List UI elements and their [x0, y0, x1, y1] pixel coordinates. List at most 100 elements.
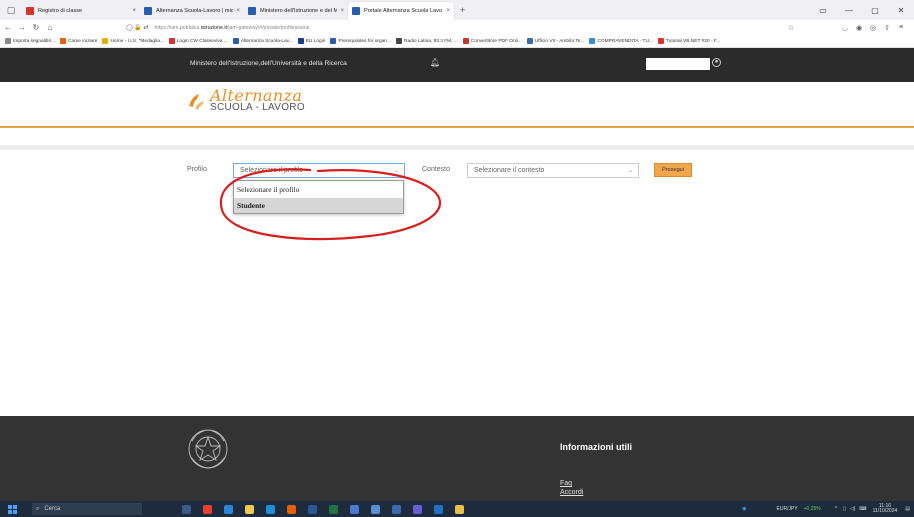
profilo-select[interactable]: Selezionare il profilo ⌄	[233, 163, 405, 178]
bookmark-star-icon[interactable]: ☆	[784, 24, 798, 32]
onenote-icon[interactable]	[434, 504, 443, 514]
taskbar-search[interactable]: ⌕ Cerca	[32, 503, 142, 515]
bookmark-item[interactable]: Radio Latina, 93.3 FM, ...	[395, 38, 458, 44]
close-icon[interactable]: ×	[132, 8, 136, 14]
tab-list-icon[interactable]: ▭	[810, 6, 836, 15]
chevron-down-icon: ⌄	[627, 168, 633, 174]
option-studente[interactable]: Studente	[234, 198, 403, 213]
info-title: Informazioni utili	[560, 442, 632, 452]
excel-icon[interactable]	[329, 504, 338, 514]
bookmark-favicon-icon	[168, 38, 175, 44]
firefox-icon[interactable]	[287, 504, 296, 514]
bookmark-item[interactable]: Importa segnalibri...	[5, 38, 55, 44]
taskbar-clock[interactable]: 11:16 11/10/2024	[873, 504, 898, 514]
store-icon[interactable]	[350, 504, 359, 514]
prosegui-button[interactable]: Prosegui	[654, 163, 692, 177]
bookmark-item[interactable]: Login CW Classeviva ...	[168, 38, 228, 44]
tab-alternanza[interactable]: Alternanza Scuola-Lavoro | mio ×	[140, 2, 244, 20]
browser-window: ▢ Registro di classe × Alternanza Scuola…	[0, 0, 914, 517]
close-icon[interactable]: ×	[446, 8, 450, 14]
bookmark-item[interactable]: EU Login	[297, 38, 325, 44]
option-selezionare-profilo[interactable]: Selezionare il profilo	[234, 182, 403, 197]
home-icon[interactable]: ⌂	[44, 23, 56, 32]
keyboard-icon[interactable]: ⌨	[859, 506, 866, 512]
bookmark-favicon-icon	[5, 38, 11, 44]
pocket-icon[interactable]: ◡	[838, 24, 852, 32]
app-icon[interactable]	[392, 504, 401, 514]
bookmark-favicon-icon	[232, 38, 239, 44]
minimize-icon[interactable]: —	[836, 6, 862, 15]
bell-icon[interactable]: 🔔︎	[430, 58, 440, 67]
acrobat-icon[interactable]	[203, 504, 212, 514]
faq-link[interactable]: Faq	[560, 480, 572, 487]
tab-portale-active[interactable]: Portale Alternanza Scuola Lavo ×	[348, 2, 454, 20]
share-icon[interactable]: ⇧	[880, 24, 894, 32]
bookmark-favicon-icon	[589, 38, 596, 44]
shield-icon: ◯ 🔒 ⇄	[126, 25, 149, 31]
bookmark-item[interactable]: COMPRAVENDITA - TU...	[589, 38, 653, 44]
edge-icon[interactable]	[224, 504, 233, 514]
network-icon[interactable]: ▯	[843, 506, 846, 512]
notes-icon[interactable]	[455, 504, 464, 514]
site-logo[interactable]: Alternanza SCUOLA - LAVORO	[186, 88, 305, 113]
accordi-link[interactable]: Accordi	[560, 489, 583, 496]
taskbar-apps	[182, 504, 476, 514]
windows-taskbar: ⌕ Cerca ◉ EUR/JPY +0,25% ^ ▯ ◁) ⌨ 11:16 …	[0, 501, 914, 517]
file-explorer-icon[interactable]	[245, 504, 254, 514]
task-view-icon[interactable]	[182, 504, 191, 514]
notifications-icon[interactable]: ▤	[905, 506, 910, 512]
close-window-icon[interactable]: ✕	[888, 6, 914, 15]
currency-change: +0,25%	[803, 506, 821, 512]
bookmark-item[interactable]: Prerequisites for organ...	[330, 38, 391, 44]
bookmarks-bar: Importa segnalibri... Come iniziare Home -…	[0, 35, 914, 48]
mail-icon[interactable]	[266, 504, 275, 514]
system-tray: ◉ EUR/JPY +0,25% ^ ▯ ◁) ⌨ 11:16 11/10/20…	[742, 501, 914, 517]
currency-ticker[interactable]: EUR/JPY	[777, 506, 798, 512]
bookmark-item[interactable]: Tutorial VB.NET #20 - F...	[657, 38, 720, 44]
alternanza-favicon-icon	[144, 7, 152, 15]
bookmark-item[interactable]: Ufficio VII - Ambito Te...	[526, 38, 584, 44]
windows-start-icon[interactable]	[8, 504, 20, 514]
forward-icon[interactable]: →	[16, 23, 28, 32]
logo-header: Alternanza SCUOLA - LAVORO	[0, 82, 914, 128]
back-icon[interactable]: ←	[2, 23, 14, 32]
reload-icon[interactable]: ↻	[30, 23, 42, 32]
tab-overview-icon[interactable]: ▢	[0, 0, 22, 20]
menu-icon[interactable]: ≡	[894, 24, 908, 31]
user-name-redacted	[646, 58, 710, 70]
close-icon[interactable]: ×	[236, 8, 240, 14]
tab-bar: ▢ Registro di classe × Alternanza Scuola…	[0, 0, 914, 20]
close-icon[interactable]: ×	[340, 8, 344, 14]
bookmark-item[interactable]: Convertitore PDF Onli...	[462, 38, 522, 44]
tab-ministero[interactable]: Ministero dell'Istruzione e del M ×	[244, 2, 348, 20]
account-icon[interactable]: ◉	[852, 24, 866, 32]
volume-icon[interactable]: ◁)	[850, 506, 856, 512]
tray-expand-icon[interactable]: ^	[835, 506, 837, 512]
photos-icon[interactable]	[371, 504, 380, 514]
bookmark-favicon-icon	[297, 38, 304, 44]
tab-registro[interactable]: Registro di classe ×	[22, 2, 140, 20]
url-bar[interactable]: ◯ 🔒 ⇄ https://iam.pubblica. istruzione.it…	[126, 22, 784, 33]
bookmark-favicon-icon	[395, 38, 402, 44]
maximize-icon[interactable]: ▢	[862, 6, 888, 15]
bookmark-favicon-icon	[657, 38, 664, 44]
chrome-icon[interactable]: ◉	[742, 506, 746, 512]
user-icon[interactable]: ●	[712, 58, 721, 67]
bookmark-item[interactable]: Come iniziare	[60, 38, 97, 44]
site-top-bar: Ministero dell'Istruzione,dell'Universit…	[0, 48, 914, 82]
new-tab-icon[interactable]: +	[460, 5, 465, 15]
contesto-select[interactable]: Selezionare il contesto ⌄	[467, 163, 639, 178]
navigation-bar: ← → ↻ ⌂ ◯ 🔒 ⇄ https://iam.pubblica. istru…	[0, 20, 914, 35]
vscode-icon[interactable]	[413, 504, 422, 514]
logo-title: Alternanza	[210, 86, 303, 105]
word-icon[interactable]	[308, 504, 317, 514]
site-footer: Informazioni utili Faq Accordi	[0, 416, 914, 501]
bookmark-favicon-icon	[102, 38, 109, 44]
extensions-icon[interactable]: ◎	[866, 24, 880, 32]
bookmark-favicon-icon	[462, 38, 469, 44]
bookmark-item[interactable]: Alternanza Scuola-Lav...	[232, 38, 293, 44]
registro-favicon-icon	[26, 7, 34, 15]
bookmark-favicon-icon	[330, 38, 337, 44]
portale-favicon-icon	[352, 7, 360, 15]
bookmark-item[interactable]: Home - I.I.S. "Medaglia...	[102, 38, 164, 44]
